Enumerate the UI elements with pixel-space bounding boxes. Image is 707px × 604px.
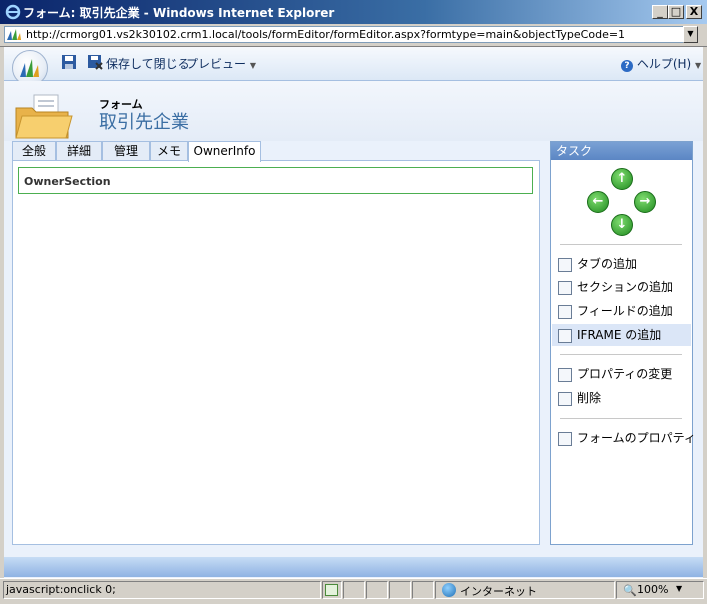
footer-band xyxy=(4,557,703,577)
address-dropdown-icon[interactable]: ▼ xyxy=(683,26,698,43)
window-title: フォーム: 取引先企業 - Windows Internet Explorer xyxy=(23,6,335,20)
page-title: 取引先企業 xyxy=(99,112,189,133)
tab-general[interactable]: 全般 xyxy=(12,141,56,161)
chevron-down-icon: ▼ xyxy=(249,61,256,70)
help-icon: ? xyxy=(621,60,633,72)
status-cell xyxy=(343,581,365,599)
tab-administration[interactable]: 管理 xyxy=(102,141,150,161)
chevron-down-icon: ▼ xyxy=(695,61,702,70)
crm-page-icon xyxy=(7,29,21,40)
page-status-icon xyxy=(325,584,338,596)
minimize-button[interactable]: _ xyxy=(652,5,668,19)
tasks-header: タスク xyxy=(551,142,692,160)
tasks-divider xyxy=(560,418,682,419)
add-iframe-icon xyxy=(558,329,572,343)
move-down-arrow-icon[interactable]: ↓ xyxy=(611,214,633,236)
move-up-arrow-icon[interactable]: ↑ xyxy=(611,168,633,190)
save-icon[interactable] xyxy=(61,54,77,70)
chevron-down-icon[interactable]: ▼ xyxy=(676,584,682,593)
preview-label: プレビュー xyxy=(186,57,247,71)
status-text: javascript:onclick 0; xyxy=(6,583,116,596)
save-close-icon[interactable] xyxy=(87,54,103,70)
task-delete[interactable]: 削除 xyxy=(552,387,691,409)
help-menu-button[interactable]: ? ヘルプ(H) ▼ xyxy=(621,55,701,72)
help-label: ヘルプ(H) xyxy=(636,57,692,71)
tasks-divider xyxy=(560,354,682,355)
task-change-properties[interactable]: プロパティの変更 xyxy=(552,363,691,385)
section-label[interactable]: OwnerSection xyxy=(24,175,111,188)
tasks-divider xyxy=(560,244,682,245)
security-zone: インターネット xyxy=(460,585,537,598)
globe-icon xyxy=(442,583,456,597)
task-add-iframe[interactable]: IFRAME の追加 xyxy=(552,324,691,346)
tab-ownerinfo[interactable]: OwnerInfo xyxy=(188,141,261,162)
form-canvas xyxy=(12,160,540,545)
move-right-arrow-icon[interactable]: → xyxy=(634,191,656,213)
status-cell xyxy=(366,581,388,599)
maximize-button[interactable]: □ xyxy=(668,5,684,19)
move-left-arrow-icon[interactable]: ← xyxy=(587,191,609,213)
task-add-tab[interactable]: タブの追加 xyxy=(552,253,691,275)
task-add-field[interactable]: フィールドの追加 xyxy=(552,300,691,322)
save-close-button[interactable]: 保存して閉じる xyxy=(106,55,190,72)
close-button[interactable]: X xyxy=(686,5,702,19)
tab-details[interactable]: 詳細 xyxy=(56,141,102,161)
task-add-section[interactable]: セクションの追加 xyxy=(552,276,691,298)
status-cell xyxy=(412,581,434,599)
task-form-properties[interactable]: フォームのプロパティ xyxy=(552,427,696,449)
form-folder-icon xyxy=(15,94,73,139)
address-url[interactable]: http://crmorg01.vs2k30102.crm1.local/too… xyxy=(26,28,625,41)
zoom-level[interactable]: 100% xyxy=(637,583,668,596)
zoom-magnifier-icon: 🔍 xyxy=(623,584,637,597)
preview-menu-button[interactable]: プレビュー ▼ xyxy=(186,55,256,72)
status-cell xyxy=(389,581,411,599)
ie-logo-icon xyxy=(5,4,21,20)
tab-notes[interactable]: メモ xyxy=(150,141,188,161)
